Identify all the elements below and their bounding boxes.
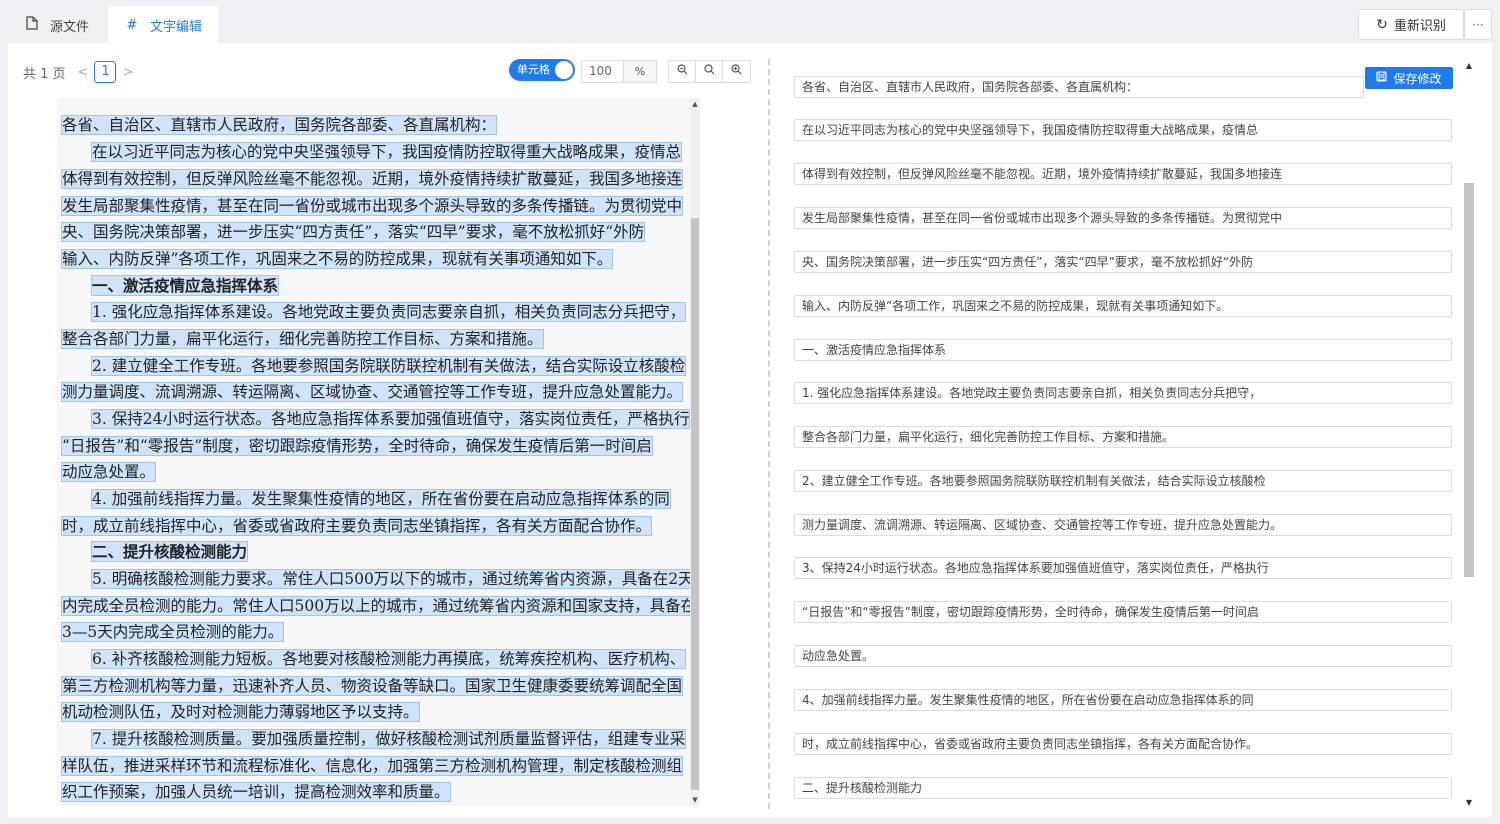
zoom-buttons [668,60,751,83]
zoom-in-icon[interactable] [723,61,750,82]
current-page[interactable]: 1 [94,61,117,83]
doc-heading[interactable]: 一、激活疫情应急指挥体系 [90,275,280,299]
tab-label: 文字编辑 [150,19,203,35]
doc-line[interactable]: 输入、内防反弹”各项工作，巩固来之不易的防控成果，现就有关事项通知如下。 [60,248,614,272]
edit-field[interactable]: 央、国务院决策部署，进一步压实“四方责任”，落实“四早”要求，毫不放松抓好“外防 [794,251,1452,273]
scroll-up-icon[interactable]: ▲ [690,100,700,108]
scroll-down-icon[interactable]: ▼ [1463,798,1475,807]
zoom-input[interactable]: 100 [581,60,624,83]
doc-line[interactable]: 发生局部聚集性疫情，甚至在同一省份或城市出现多个源头导致的多条传播链。为贯彻党中 [60,195,684,219]
zoom-control: 100 % [581,60,657,83]
doc-line[interactable]: 整合各部门力量，扁平化运行，细化完善防控工作目标、方案和措施。 [61,328,544,352]
edit-field[interactable]: 输入、内防反弹”各项工作，巩固来之不易的防控成果，现就有关事项通知如下。 [794,295,1452,317]
edit-field[interactable]: “日报告”和“零报告”制度，密切跟踪疫情形势，全时待命，确保发生疫情后第一时间启 [794,601,1452,623]
editor-scrollbar[interactable]: ▲ ▼ [1463,61,1475,807]
edit-field[interactable]: 测力量调度、流调溯源、转运隔离、区域协查、交通管控等工作专班，提升应急处置能力。 [794,514,1452,536]
tab-label: 源文件 [50,19,90,35]
edit-field[interactable]: 时，成立前线指挥中心，省委或省政府主要负责同志坐镇指挥，各有关方面配合协作。 [794,733,1452,755]
doc-line[interactable]: 1. 强化应急指挥体系建设。各地党政主要负责同志要亲自抓，相关负责同志分兵把守， [90,301,687,325]
file-icon [24,16,40,34]
doc-line[interactable]: 体得到有效控制，但反弹风险丝毫不能忽视。近期，境外疫情持续扩散蔓延，我国多地接连 [60,168,684,192]
edit-field[interactable]: 在以习近平同志为核心的党中央坚强领导下，我国疫情防控取得重大战略成果，疫情总 [794,119,1452,141]
scroll-up-icon[interactable]: ▲ [1463,61,1475,70]
edit-field[interactable]: 一、激活疫情应急指挥体系 [794,339,1452,361]
scroll-thumb[interactable] [1464,183,1474,577]
save-label: 保存修改 [1393,71,1442,86]
doc-line[interactable]: 织工作预案，加强人员统一培训，提高检测效率和质量。 [61,781,451,805]
doc-line[interactable]: “日报告”和“零报告”制度，密切跟踪疫情形势，全时待命，确保发生疫情后第一时间启 [61,435,653,459]
scroll-down-icon[interactable]: ▼ [690,796,700,804]
doc-line[interactable]: 6. 补齐核酸检测能力短板。各地要对核酸检测能力再摸底，统筹疾控机构、医疗机构、 [90,648,687,672]
edit-field[interactable]: 动应急处置。 [794,645,1452,667]
edit-field[interactable]: 2、建立健全工作专班。各地要参照国务院联防联控机制有关做法，结合实际设立核酸检 [794,470,1452,492]
doc-line[interactable]: 各省、自治区、直辖市人民政府，国务院各部委、各直属机构： [60,114,498,138]
toggle-knob [555,61,573,79]
edit-field[interactable]: 整合各部门力量，扁平化运行，细化完善防控工作目标、方案和措施。 [794,426,1452,448]
scroll-thumb[interactable] [691,218,699,790]
doc-line[interactable]: 3—5天内完成全员检测的能力。 [60,621,285,645]
hash-icon: # [126,17,138,33]
refresh-icon: ↻ [1376,16,1388,33]
save-icon [1376,71,1388,85]
document-preview: 各省、自治区、直辖市人民政府，国务院各部委、各直属机构： 在以习近平同志为核心的… [57,98,690,806]
cell-toggle-label: 单元格 [517,63,550,76]
edit-field[interactable]: 各省、自治区、直辖市人民政府，国务院各部委、各直属机构： [794,76,1364,98]
prev-page-icon[interactable]: < [78,65,89,80]
doc-line[interactable]: 7. 提升核酸检测质量。要加强质量控制，做好核酸检测试剂质量监督评估，组建专业采 [90,728,687,752]
edit-field[interactable]: 1. 强化应急指挥体系建设。各地党政主要负责同志要亲自抓，相关负责同志分兵把守， [794,382,1452,404]
doc-line[interactable]: 在以习近平同志为核心的党中央坚强领导下，我国疫情防控取得重大战略成果，疫情总 [90,141,683,165]
page-total: 共 1 页 [23,66,66,82]
preview-scrollbar[interactable]: ▲ ▼ [690,98,700,806]
doc-line[interactable]: 动应急处置。 [60,461,157,485]
doc-line[interactable]: 第三方检测机构等力量，迅速补齐人员、物资设备等缺口。国家卫生健康委要统筹调配全国 [60,675,684,699]
pagination: 共 1 页 < 1 > [23,61,133,83]
edit-field[interactable]: 3、保持24小时运行状态。各地应急指挥体系要加强值班值守，落实岗位责任，严格执行 [794,557,1452,579]
tab-text-edit[interactable]: # 文字编辑 [108,6,218,44]
zoom-unit: % [624,60,657,83]
doc-line[interactable]: 测力量调度、流调溯源、转运隔离、区域协查、交通管控等工作专班，提升应急处置能力。 [60,381,684,405]
panel-divider [768,59,770,809]
doc-line[interactable]: 4. 加强前线指挥力量。发生聚集性疫情的地区，所在省份要在启动应急指挥体系的同 [91,488,671,512]
save-button[interactable]: 保存修改 [1365,67,1453,89]
re-recognize-label: 重新识别 [1393,19,1446,34]
doc-line[interactable]: 机动检测队伍，及时对检测能力薄弱地区予以支持。 [61,701,420,725]
edit-field[interactable]: 4、加强前线指挥力量。发生聚集性疫情的地区，所在省份要在启动应急指挥体系的同 [794,689,1452,711]
more-button[interactable]: ··· [1464,9,1492,40]
edit-field[interactable]: 二、提升核酸检测能力 [794,777,1452,799]
doc-line[interactable]: 5. 明确核酸检测能力要求。常住人口500万以下的城市，通过统筹省内资源，具备在… [91,568,690,592]
doc-line[interactable]: 内完成全员检测的能力。常住人口500万以上的城市，通过统筹省内资源和国家支持，具… [60,595,690,619]
next-page-icon[interactable]: > [122,65,133,80]
tab-source-file[interactable]: 源文件 [8,6,105,44]
zoom-out-icon[interactable] [669,61,696,82]
edit-field[interactable]: 发生局部聚集性疫情，甚至在同一省份或城市出现多个源头导致的多条传播链。为贯彻党中 [794,207,1452,229]
re-recognize-button[interactable]: ↻ 重新识别 [1358,9,1464,40]
tab-bar: 源文件 # 文字编辑 ↻ 重新识别 ··· [0,0,1500,44]
doc-line[interactable]: 3. 保持24小时运行状态。各地应急指挥体系要加强值班值守，落实岗位责任，严格执… [90,408,690,432]
zoom-reset-icon[interactable] [696,61,723,82]
doc-line[interactable]: 时，成立前线指挥中心，省委或省政府主要负责同志坐镇指挥，各有关方面配合协作。 [60,515,653,539]
cell-toggle[interactable]: 单元格 [509,59,575,81]
doc-line[interactable]: 2. 建立健全工作专班。各地要参照国务院联防联控机制有关做法，结合实际设立核酸检 [90,355,687,379]
main-panel: 共 1 页 < 1 > 单元格 100 % 各省、自治区、直辖市人民政府，国务院… [8,43,1492,817]
doc-line[interactable]: 央、国务院决策部署，进一步压实“四方责任”，落实“四早”要求，毫不放松抓好“外防 [60,221,646,245]
doc-line[interactable]: 样队伍，推进采样环节和流程标准化、信息化，加强第三方检测机构管理，制定核酸检测组 [60,755,684,779]
edit-field[interactable]: 体得到有效控制，但反弹风险丝毫不能忽视。近期，境外疫情持续扩散蔓延，我国多地接连 [794,163,1452,185]
doc-heading[interactable]: 二、提升核酸检测能力 [90,541,249,565]
